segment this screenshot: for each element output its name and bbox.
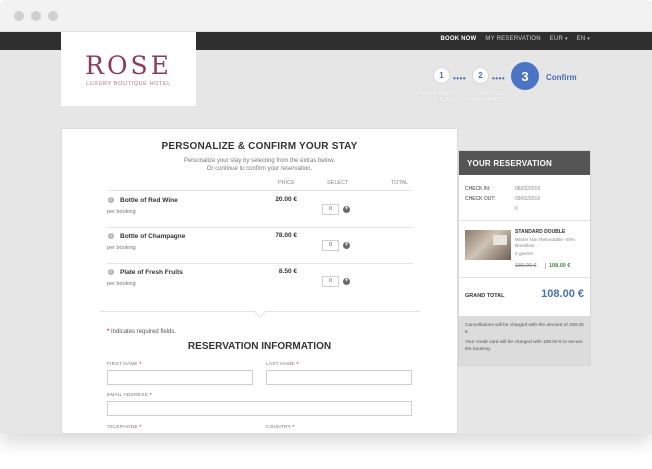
plus-icon[interactable]: + [343, 206, 350, 213]
step-1-caption: PLAN YOUR STAY [416, 91, 452, 103]
nav-book-now[interactable]: BOOK NOW [440, 36, 476, 42]
last-name-label-text: LAST NAME [266, 362, 295, 367]
room-guests: 2 guests [515, 252, 534, 257]
info-icon[interactable]: i [108, 269, 114, 275]
step-2-caption-line: ROOMS & RATES [462, 97, 504, 103]
country-label: COUNTRY * [266, 425, 295, 430]
check-in-label: CHECK IN: [465, 186, 491, 192]
col-select-header: SELECT [327, 180, 349, 186]
extra-per: per booking [107, 245, 136, 251]
nav-my-reservation[interactable]: MY RESERVATION [485, 36, 540, 42]
hotel-logo[interactable]: ROSE LUXURY BOUTIQUE HOTEL [61, 32, 196, 106]
room-name: STANDARD DOUBLE [515, 229, 566, 235]
required-star: * [107, 329, 110, 335]
room-rate-description: Winter Non Refundable -40% Breakfast [515, 237, 575, 248]
extra-per: per booking [107, 209, 136, 215]
required-star: * [139, 362, 142, 367]
nights-value: 0 [515, 206, 518, 212]
divider [107, 227, 413, 228]
reservation-info-title: RESERVATION INFORMATION [187, 341, 332, 352]
currency-label: EUR [549, 36, 564, 42]
reservation-summary: YOUR RESERVATION CHECK IN: 08/02/2019 CH… [458, 150, 591, 366]
telephone-label-text: TELEPHONE [107, 425, 138, 430]
required-star: * [292, 425, 295, 430]
telephone-label: TELEPHONE * [107, 425, 141, 430]
browser-titlebar [0, 0, 652, 32]
grand-total-label: GRAND TOTAL [465, 293, 505, 299]
logo-brand: ROSE [85, 51, 172, 80]
room-old-price: 180.00 € [515, 263, 537, 269]
first-name-field[interactable] [107, 370, 253, 385]
language-label: EN [576, 36, 586, 42]
required-note-text: Indicates required fields. [111, 329, 177, 335]
room-new-price: 108.00 € [545, 263, 570, 269]
grand-total-value: 108.00 € [541, 288, 584, 300]
extra-name: Plate of Fresh Fruits [120, 269, 183, 276]
divider [459, 220, 590, 221]
last-name-label: LAST NAME * [266, 362, 299, 367]
divider [107, 263, 413, 264]
chevron-down-icon: ▾ [564, 36, 568, 42]
required-star: * [149, 393, 152, 398]
logo-tagline: LUXURY BOUTIQUE HOTEL [86, 81, 171, 87]
window-dot-icon[interactable] [48, 11, 58, 21]
divider [107, 190, 413, 191]
credit-card-note: Your credit card will be charged with 10… [465, 340, 583, 352]
email-label: EMAIL ADDRESS * [107, 393, 152, 398]
personalize-title: PERSONALIZE & CONFIRM YOUR STAY [161, 141, 358, 152]
nav-language-dropdown[interactable]: EN ▾ [577, 36, 590, 42]
extra-name: Bottle of Red Wine [120, 197, 178, 204]
personalize-subtitle: Personalize your stay by selecting from … [183, 158, 336, 164]
step-2-circle[interactable]: 2 [472, 67, 489, 84]
payment-policy-note: Cancellations will be charged with the a… [459, 316, 590, 365]
separator-notch [254, 306, 266, 318]
step-1-circle[interactable]: 1 [433, 67, 450, 84]
info-icon[interactable]: i [108, 233, 114, 239]
check-out-label: CHECK OUT: [465, 196, 496, 202]
reservation-title: YOUR RESERVATION [459, 151, 590, 175]
extra-per: per booking [107, 281, 136, 287]
nav-currency-dropdown[interactable]: EUR ▾ [550, 36, 568, 42]
required-star: * [296, 362, 299, 367]
col-price-header: PRICE [278, 180, 295, 186]
extra-quantity-input[interactable]: 0 [322, 276, 339, 287]
step-3-label: Confirm [546, 73, 577, 82]
first-name-label: FIRST NAME * [107, 362, 142, 367]
top-nav: BOOK NOW MY RESERVATION EUR ▾ EN ▾ [440, 36, 590, 42]
personalize-card: PERSONALIZE & CONFIRM YOUR STAY Personal… [61, 128, 458, 434]
window-dot-icon[interactable] [31, 11, 41, 21]
step-3-circle[interactable]: 3 [510, 61, 540, 91]
last-name-field[interactable] [266, 370, 412, 385]
extra-price: 78.00 € [275, 232, 297, 239]
window-dot-icon[interactable] [14, 11, 24, 21]
email-field[interactable] [107, 401, 412, 416]
first-name-label-text: FIRST NAME [107, 362, 138, 367]
extra-quantity-input[interactable]: 0 [322, 240, 339, 251]
extra-quantity-input[interactable]: 0 [322, 204, 339, 215]
cancellation-note: Cancellations will be charged with the a… [465, 323, 584, 335]
step-connector: •••• [453, 74, 467, 83]
info-icon[interactable]: i [108, 197, 114, 203]
browser-window: BOOK NOW MY RESERVATION EUR ▾ EN ▾ ROSE … [0, 0, 652, 434]
step-2-caption: CHOOSE ROOMS & RATES [458, 91, 504, 103]
extra-price: 8.50 € [278, 268, 297, 275]
col-total-header: TOTAL [391, 180, 409, 186]
extra-price: 20.00 € [275, 196, 297, 203]
step-1-caption-line: STAY [439, 97, 452, 103]
extra-name: Bottle of Champagne [120, 233, 186, 240]
check-out-value: 09/02/2019 [515, 196, 541, 202]
country-label-text: COUNTRY [266, 425, 291, 430]
required-fields-note: * Indicates required fields. [107, 329, 176, 335]
divider [459, 277, 590, 278]
check-in-value: 08/02/2019 [515, 186, 541, 192]
plus-icon[interactable]: + [343, 278, 350, 285]
required-star: * [139, 425, 142, 430]
email-label-text: EMAIL ADDRESS [107, 393, 149, 398]
room-image [465, 230, 511, 260]
personalize-subtitle: Or continue to confirm your reservation. [206, 166, 313, 172]
chevron-down-icon: ▾ [587, 36, 590, 42]
plus-icon[interactable]: + [343, 242, 350, 249]
step-connector: •••• [492, 74, 506, 83]
